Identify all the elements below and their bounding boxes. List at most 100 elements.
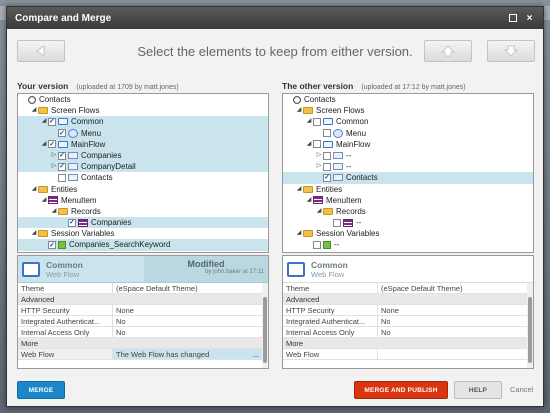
tree-node[interactable]: ◢ MenuItem: [18, 195, 268, 206]
tree-node[interactable]: Contacts: [18, 94, 268, 105]
tree-node[interactable]: Contacts: [18, 172, 268, 183]
property-row[interactable]: Integrated Authenticat... No: [18, 316, 268, 327]
scrollbar-thumb[interactable]: [528, 297, 532, 363]
tree-node[interactable]: Menu: [283, 128, 533, 139]
scrollbar-thumb[interactable]: [263, 297, 267, 363]
expand-toggle-icon[interactable]: ◢: [40, 139, 48, 150]
help-button[interactable]: HELP: [454, 381, 502, 399]
node-checkbox[interactable]: [323, 129, 331, 138]
tree-node[interactable]: Contacts: [283, 94, 533, 105]
header-row: Select the elements to keep from either …: [7, 40, 543, 62]
expand-toggle-icon[interactable]: ▷: [50, 161, 58, 172]
property-row[interactable]: Theme (eSpace Default Theme): [283, 283, 533, 294]
expand-toggle-icon[interactable]: ◢: [305, 116, 313, 127]
element-title: Common: [46, 259, 83, 270]
tree-node[interactable]: ◢ MenuItem: [283, 195, 533, 206]
tree-node[interactable]: ◢ Screen Flows: [283, 105, 533, 116]
tree-node[interactable]: ◢ Entities: [283, 184, 533, 195]
your-version-tree[interactable]: Contacts ◢ Screen Flows ◢ ✓ Common ✓ Menu ◢ ✓ Main…: [17, 93, 269, 253]
tree-node[interactable]: ▷ --: [283, 161, 533, 172]
property-row[interactable]: Internal Access Only No: [18, 327, 268, 338]
expand-toggle-icon[interactable]: ▷: [50, 150, 58, 161]
node-checkbox[interactable]: ✓: [48, 140, 56, 149]
properties-scrollbar[interactable]: [527, 283, 533, 368]
expand-toggle-icon[interactable]: ◢: [50, 206, 58, 217]
tree-node[interactable]: ◢ Screen Flows: [18, 105, 268, 116]
tree-node[interactable]: ◢ Common: [283, 116, 533, 127]
node-checkbox[interactable]: [323, 151, 331, 160]
maximize-icon[interactable]: [507, 13, 518, 24]
expand-toggle-icon[interactable]: ◢: [305, 195, 313, 206]
tree-node[interactable]: --: [283, 217, 533, 228]
node-checkbox[interactable]: ✓: [68, 218, 76, 227]
tree-node[interactable]: ✓ Contacts: [283, 172, 533, 184]
compare-merge-dialog: Compare and Merge × Select the elements …: [6, 6, 544, 407]
tree-node[interactable]: ◢ ✓ MainFlow: [18, 138, 268, 150]
property-row[interactable]: Theme (eSpace Default Theme): [18, 283, 268, 294]
tree-node[interactable]: ◢ Session Variables: [283, 228, 533, 239]
folder-icon: [303, 230, 313, 238]
espace-icon: [293, 95, 301, 104]
tree-node[interactable]: ▷ --: [283, 150, 533, 161]
tree-node[interactable]: ✓ Companies_SearchKeyword: [18, 239, 268, 251]
tree-node[interactable]: ◢ Entities: [18, 184, 268, 195]
tree-node-label: --: [356, 218, 362, 228]
node-checkbox[interactable]: [58, 173, 66, 182]
node-checkbox[interactable]: ✓: [48, 117, 56, 126]
expand-toggle-icon[interactable]: ◢: [30, 228, 38, 239]
node-checkbox[interactable]: ✓: [58, 151, 66, 160]
node-checkbox[interactable]: ✓: [58, 129, 66, 138]
property-row[interactable]: HTTP Security None: [18, 305, 268, 316]
tree-node[interactable]: ◢ Records: [283, 206, 533, 217]
node-checkbox[interactable]: ✓: [48, 241, 56, 250]
merge-button[interactable]: MERGE: [17, 381, 65, 399]
cancel-link[interactable]: Cancel: [510, 385, 533, 394]
properties-scrollbar[interactable]: [262, 283, 268, 368]
expand-toggle-icon[interactable]: ◢: [295, 184, 303, 195]
close-icon[interactable]: ×: [524, 13, 535, 24]
tree-node[interactable]: ◢ Records: [18, 206, 268, 217]
expand-toggle-icon[interactable]: ◢: [40, 195, 48, 206]
move-up-button[interactable]: [424, 40, 472, 62]
property-row[interactable]: Integrated Authenticat... No: [283, 316, 533, 327]
tree-node-label: Menu: [346, 128, 367, 138]
property-value: No: [116, 317, 126, 326]
expand-toggle-icon[interactable]: ◢: [40, 116, 48, 127]
tree-node[interactable]: ▷ ✓ CompanyDetail: [18, 161, 268, 173]
tree-node[interactable]: ▷ ✓ Companies: [18, 149, 268, 162]
tree-node-label: Companies_SearchKeyword: [69, 240, 171, 250]
expand-toggle-icon[interactable]: ◢: [315, 206, 323, 217]
node-checkbox[interactable]: [333, 218, 341, 227]
node-checkbox[interactable]: [313, 241, 321, 250]
expand-toggle-icon[interactable]: ▷: [315, 150, 323, 161]
node-checkbox[interactable]: [313, 140, 321, 149]
merge-and-publish-button[interactable]: MERGE AND PUBLISH: [354, 381, 448, 399]
move-down-button[interactable]: [487, 40, 535, 62]
your-version-heading: Your version (uploaded at 1709 by matt.jo…: [17, 81, 179, 91]
tree-node[interactable]: ◢ Session Variables: [18, 228, 268, 239]
node-checkbox[interactable]: ✓: [58, 162, 66, 171]
tree-node[interactable]: ◢ ✓ Common: [18, 116, 268, 128]
node-checkbox[interactable]: ✓: [323, 173, 331, 182]
property-value: (eSpace Default Theme): [116, 284, 198, 293]
node-checkbox[interactable]: [313, 117, 321, 126]
other-version-tree[interactable]: Contacts ◢ Screen Flows ◢ Common Menu ◢ MainFlo…: [282, 93, 534, 253]
property-row[interactable]: HTTP Security None: [283, 305, 533, 316]
tree-node[interactable]: ✓ Companies: [18, 217, 268, 229]
expand-toggle-icon[interactable]: ◢: [30, 184, 38, 195]
web-flow-icon: [58, 140, 68, 148]
property-row[interactable]: Web Flow: [283, 349, 533, 360]
expand-toggle-icon[interactable]: ▷: [315, 161, 323, 172]
node-checkbox[interactable]: [323, 162, 331, 171]
tree-node[interactable]: --: [283, 239, 533, 250]
property-more-button[interactable]: ...: [250, 349, 262, 359]
property-row[interactable]: Web Flow The Web Flow has changed...: [18, 349, 268, 360]
tree-node-label: Common: [71, 117, 104, 127]
property-row[interactable]: Internal Access Only No: [283, 327, 533, 338]
expand-toggle-icon[interactable]: ◢: [30, 105, 38, 116]
expand-toggle-icon[interactable]: ◢: [295, 228, 303, 239]
expand-toggle-icon[interactable]: ◢: [295, 105, 303, 116]
expand-toggle-icon[interactable]: ◢: [305, 139, 313, 150]
tree-node[interactable]: ✓ Menu: [18, 127, 268, 139]
tree-node[interactable]: ◢ MainFlow: [283, 139, 533, 150]
